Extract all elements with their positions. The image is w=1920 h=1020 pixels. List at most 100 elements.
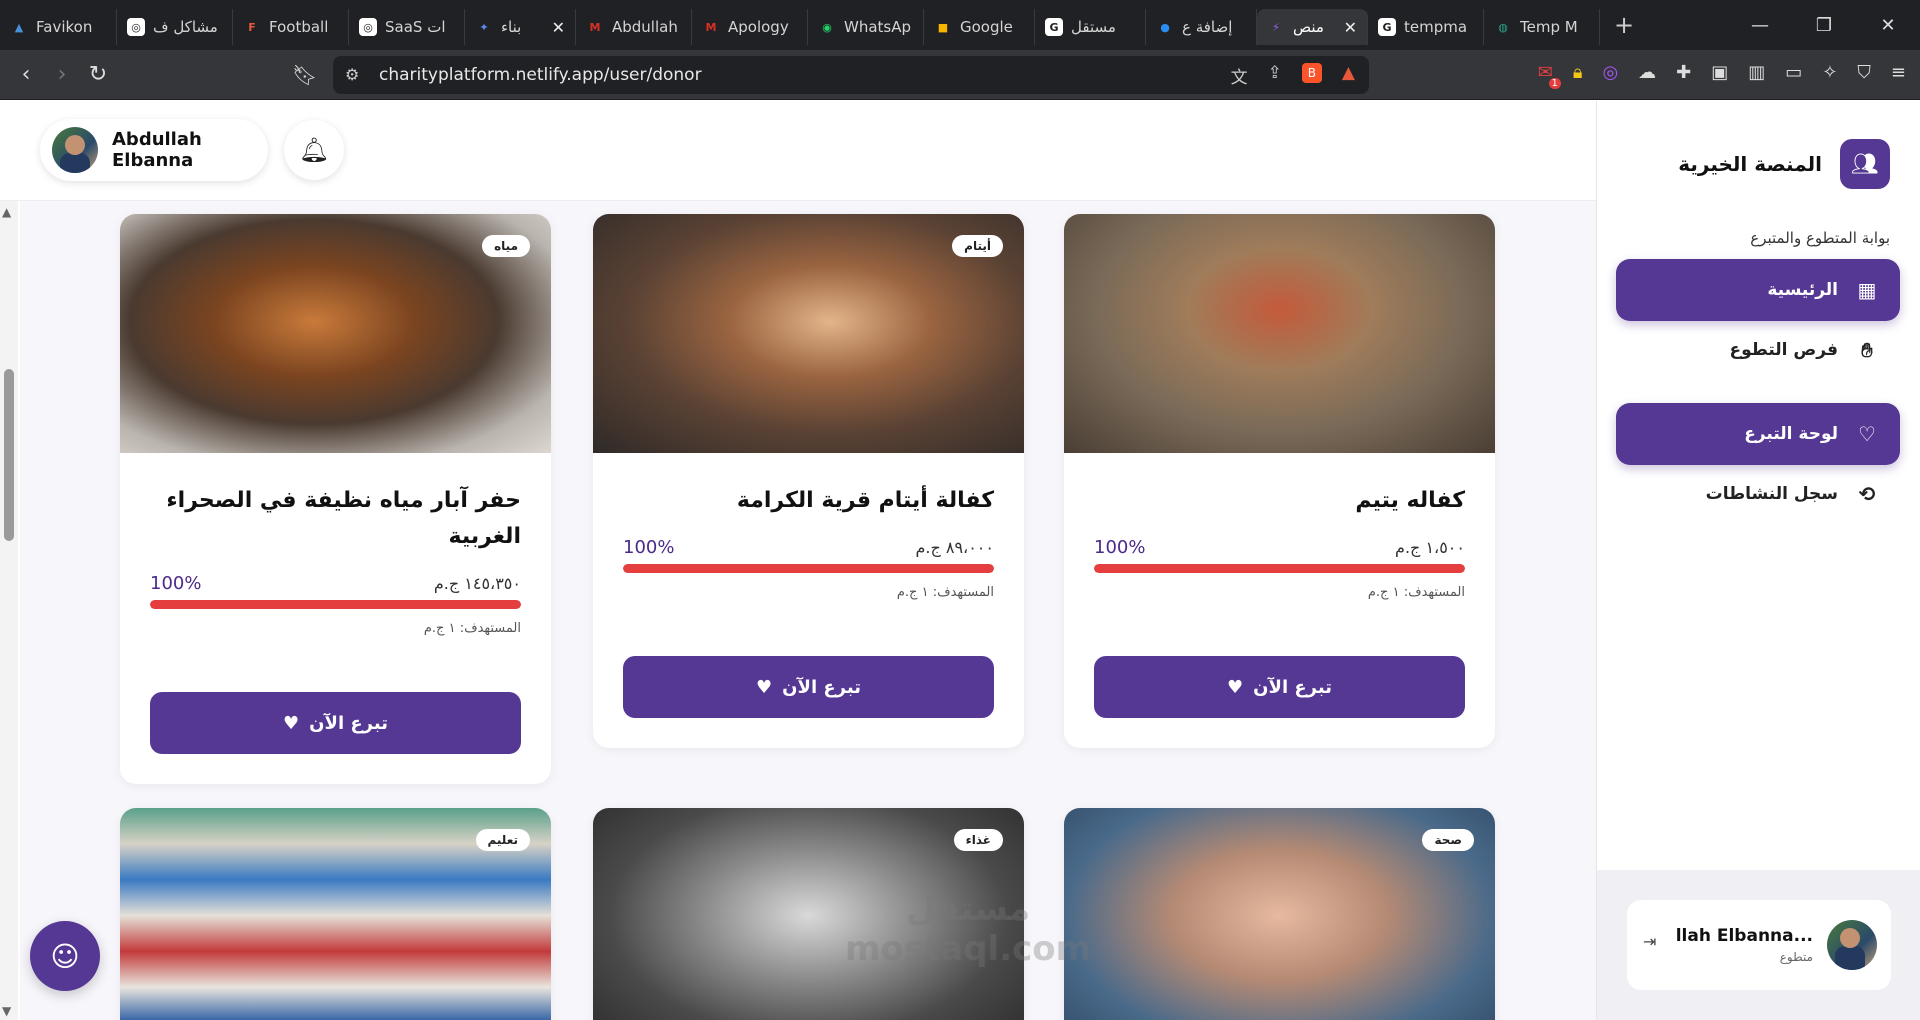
sidebar-item-label: لوحة التبرع [1744, 424, 1838, 444]
avatar [1827, 920, 1877, 970]
tab-favicon-icon: ✦ [479, 20, 489, 34]
donate-label: تبرع الآن [1253, 676, 1332, 698]
campaign-card: مياه حفر آبار مياه نظيفة في الصحراء الغرب… [120, 214, 551, 784]
tab-title: Football [269, 18, 329, 36]
progress-bar-fill [1094, 564, 1465, 573]
campaign-card: صحة [1064, 808, 1495, 1020]
profile-role: متطوع [1779, 950, 1813, 964]
campaign-image [1064, 214, 1495, 453]
notification-bell-icon[interactable]: 🔔︎ [284, 120, 344, 180]
vpn-shield-icon[interactable]: ⛉ [1857, 62, 1871, 83]
progress-percent: 100% [150, 573, 202, 594]
browser-tab[interactable]: M Abdullah [576, 9, 692, 45]
campaign-title: حفر آبار مياه نظيفة في الصحراء الغربية [166, 488, 521, 549]
scroll-down-icon[interactable]: ▼ [2, 1004, 11, 1018]
profile-name: ...llah Elbanna [1675, 926, 1813, 946]
browser-tab[interactable]: ◉ WhatsAp [808, 9, 924, 45]
close-tab-icon[interactable]: ✕ [552, 18, 565, 37]
browser-tab[interactable]: F Football [233, 9, 349, 45]
vpn-extension-icon[interactable]: ◎ [1602, 62, 1618, 83]
browser-tab[interactable]: ■ Google [924, 9, 1035, 45]
profile-card[interactable]: ...llah Elbanna متطوع ⇥ [1627, 900, 1891, 990]
url-text: charityplatform.netlify.app/user/donor [379, 65, 702, 85]
browser-tab[interactable]: ◎ SaaS ات [349, 9, 465, 45]
sidebar-item-activity[interactable]: ⟲ سجل النشاطات [1616, 463, 1900, 525]
brand[interactable]: 👥︎ المنصة الخيرية [1678, 139, 1890, 189]
tab-title: Temp M [1520, 18, 1578, 36]
sidebar: 👥︎ المنصة الخيرية بوابة المتطوع والمتبرع… [1596, 101, 1920, 1020]
brave-shields-icon[interactable]: B [1301, 63, 1322, 83]
reload-icon[interactable]: ↻ [80, 62, 116, 87]
browser-tab[interactable]: ◎ مشاكل ف [117, 9, 233, 45]
browser-tab[interactable]: ◍ Temp M [1484, 9, 1600, 45]
campaign-card: تعليم [120, 808, 551, 1020]
sidebar-item-label: الرئيسية [1767, 280, 1838, 300]
bookmark-icon[interactable]: 🔖︎ [292, 63, 317, 87]
tab-title: Abdullah [612, 18, 678, 36]
browser-tab[interactable]: G مستقل [1035, 9, 1146, 45]
site-settings-icon[interactable]: ⚙ [345, 65, 359, 84]
logout-icon[interactable]: ⇥ [1643, 932, 1656, 951]
sidebar-item-donations[interactable]: ♡ لوحة التبرع [1616, 403, 1900, 465]
browser-tab[interactable]: ⚡ منص ✕ [1257, 9, 1368, 45]
browser-tab[interactable]: ● إضافة ع [1146, 9, 1257, 45]
progress-bar-fill [623, 564, 994, 573]
cloud-extension-icon[interactable]: ☁ [1638, 62, 1656, 83]
extension-icons: ✉ 1 🔒︎ ◎ ☁ ✚ ▣ ▥ ▭ ✧ ⛉ ≡ [1538, 62, 1906, 89]
watermark-arabic: مستقل [905, 889, 1031, 929]
tab-title: إضافة ع [1182, 18, 1233, 36]
tab-favicon-icon: ◍ [1498, 20, 1508, 34]
donate-now-button[interactable]: تبرع الآن ♥ [150, 692, 521, 754]
puzzle-icon[interactable]: ✚ [1676, 62, 1691, 83]
heart-icon: ♥ [756, 676, 773, 698]
minimize-icon[interactable]: — [1728, 15, 1792, 36]
browser-tab[interactable]: M Apology [692, 9, 808, 45]
brave-rewards-icon[interactable]: ▲ [1342, 63, 1355, 88]
address-bar[interactable]: ⚙ charityplatform.netlify.app/user/donor… [333, 56, 1369, 94]
progress-percent: 100% [623, 537, 675, 558]
progress-row: ٨٩،٠٠٠ ج.م 100% [623, 537, 994, 558]
back-icon[interactable]: ‹ [8, 62, 44, 87]
close-window-icon[interactable]: ✕ [1856, 15, 1920, 36]
donate-label: تبرع الآن [309, 712, 388, 734]
screenshot-icon[interactable]: ▣ [1711, 62, 1728, 83]
history-icon: ⟲ [1858, 482, 1876, 506]
tab-title: بناء [501, 18, 522, 36]
sidebar-item-volunteer[interactable]: ✋︎ فرص التطوع [1616, 319, 1900, 381]
chatbot-button[interactable]: ☺ [30, 921, 100, 991]
scrollbar[interactable]: ▲ ▼ [0, 201, 18, 1020]
translate-icon[interactable]: 文 [1231, 63, 1248, 88]
campaign-image: صحة [1064, 808, 1495, 1020]
wallet-icon[interactable]: ▭ [1785, 62, 1802, 83]
browser-tab[interactable]: ▲ Favikon [0, 9, 117, 45]
scrollbar-thumb[interactable] [4, 369, 14, 541]
close-tab-icon[interactable]: ✕ [1344, 18, 1357, 37]
menu-icon[interactable]: ≡ [1891, 62, 1906, 83]
share-icon[interactable]: ⇪ [1268, 63, 1282, 88]
campaign-body: كفاله يتيم ١،٥٠٠ ج.م 100% المستهدف: ١ ج.م تب… [1064, 453, 1495, 748]
brand-name: المنصة الخيرية [1678, 152, 1822, 176]
scroll-up-icon[interactable]: ▲ [2, 205, 11, 219]
browser-toolbar: ‹ › ↻ 🔖︎ ⚙ charityplatform.netlify.app/u… [0, 50, 1920, 100]
user-menu[interactable]: Abdullah Elbanna [40, 119, 268, 181]
tab-favicon-icon: ◉ [822, 20, 832, 34]
forward-icon[interactable]: › [44, 62, 80, 87]
new-tab-button[interactable]: + [1614, 11, 1634, 39]
tab-favicon-icon: ⚡ [1272, 20, 1280, 34]
restore-icon[interactable]: ❐ [1792, 15, 1856, 36]
browser-tab[interactable]: ✦ بناء ✕ [465, 9, 576, 45]
users-icon: 👥︎ [1840, 139, 1890, 189]
category-badge: تعليم [475, 829, 530, 851]
portal-label: بوابة المتطوع والمتبرع [1750, 229, 1890, 247]
sidebar-item-label: سجل النشاطات [1705, 484, 1838, 504]
leo-ai-icon[interactable]: ✧ [1822, 62, 1837, 83]
sidebar-toggle-icon[interactable]: ▥ [1748, 62, 1765, 83]
sidebar-item-home[interactable]: ▦ الرئيسية [1616, 259, 1900, 321]
mail-extension-icon[interactable]: ✉ 1 [1538, 62, 1561, 89]
donate-now-button[interactable]: تبرع الآن ♥ [1094, 656, 1465, 718]
watermark: مستقل mostaql.com [845, 889, 1091, 969]
lock-extension-icon[interactable]: 🔒︎ [1573, 62, 1583, 83]
sidebar-footer: ...llah Elbanna متطوع ⇥ [1597, 870, 1920, 1020]
donate-now-button[interactable]: تبرع الآن ♥ [623, 656, 994, 718]
browser-tab[interactable]: Gtempma [1368, 9, 1484, 45]
